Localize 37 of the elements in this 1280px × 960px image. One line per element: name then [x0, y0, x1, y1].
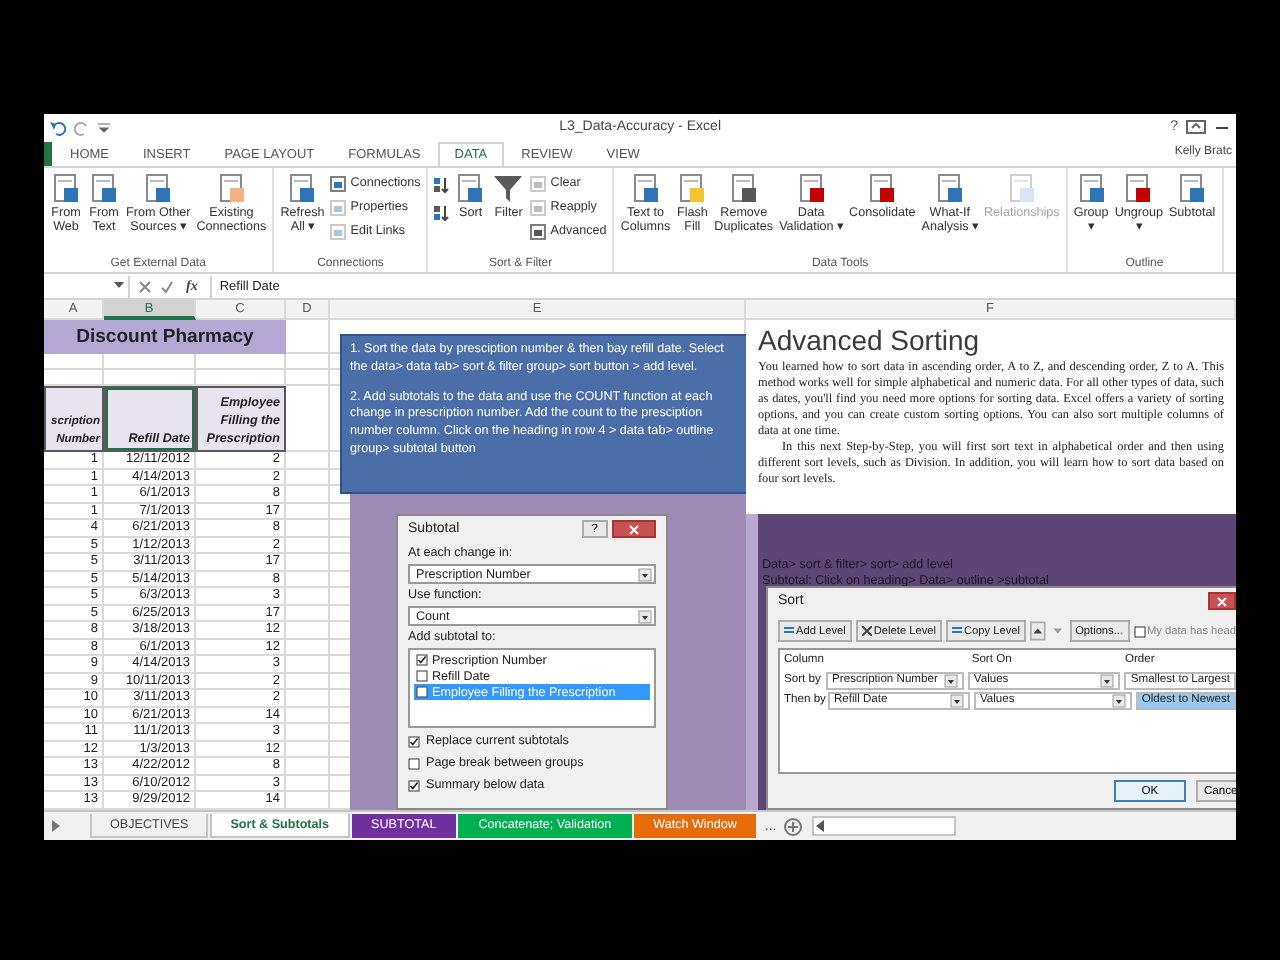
scroll-right-icon[interactable] [50, 820, 62, 832]
funnel-icon [492, 172, 525, 204]
checkmark-icon[interactable] [160, 279, 174, 293]
sort-descending-icon[interactable] [432, 204, 451, 222]
checkbox[interactable] [416, 670, 428, 682]
dropdown-arrow-icon[interactable] [1111, 693, 1126, 707]
sheet-title: Discount Pharmacy [44, 320, 286, 354]
checkbox[interactable] [408, 757, 420, 769]
list-icon [784, 626, 794, 636]
ribbon-display-icon[interactable] [1186, 120, 1206, 134]
move-up-icon[interactable] [1030, 620, 1046, 642]
checkbox[interactable] [416, 686, 428, 698]
checkbox[interactable] [416, 654, 428, 666]
close-button[interactable] [612, 520, 656, 538]
checkbox[interactable] [408, 779, 420, 791]
article-heading: Advanced Sorting [758, 324, 982, 356]
cancel-icon[interactable] [138, 279, 152, 293]
dropdown-arrow-icon[interactable] [638, 567, 652, 581]
undo-icon[interactable] [50, 119, 66, 135]
delete-icon [861, 626, 872, 636]
checkbox[interactable] [408, 735, 420, 747]
add-sheet-icon[interactable] [784, 817, 803, 835]
scroll-left-icon[interactable] [814, 820, 827, 832]
customize-icon[interactable] [98, 121, 110, 133]
dropdown-arrow-icon[interactable] [638, 609, 652, 623]
horizontal-scrollbar[interactable] [812, 816, 957, 836]
checkbox[interactable] [1133, 625, 1146, 637]
page-icon [142, 172, 175, 204]
sort-ascending-icon[interactable] [432, 176, 451, 194]
close-icon [1216, 595, 1228, 607]
close-icon [628, 523, 640, 535]
list-icon [952, 626, 962, 636]
dropdown-arrow-icon[interactable] [949, 693, 964, 707]
close-button[interactable] [1208, 592, 1236, 610]
dropdown-arrow-icon[interactable] [1100, 673, 1115, 687]
dropdown-arrow-icon[interactable] [114, 282, 124, 290]
dropdown-arrow-icon[interactable] [943, 673, 958, 687]
